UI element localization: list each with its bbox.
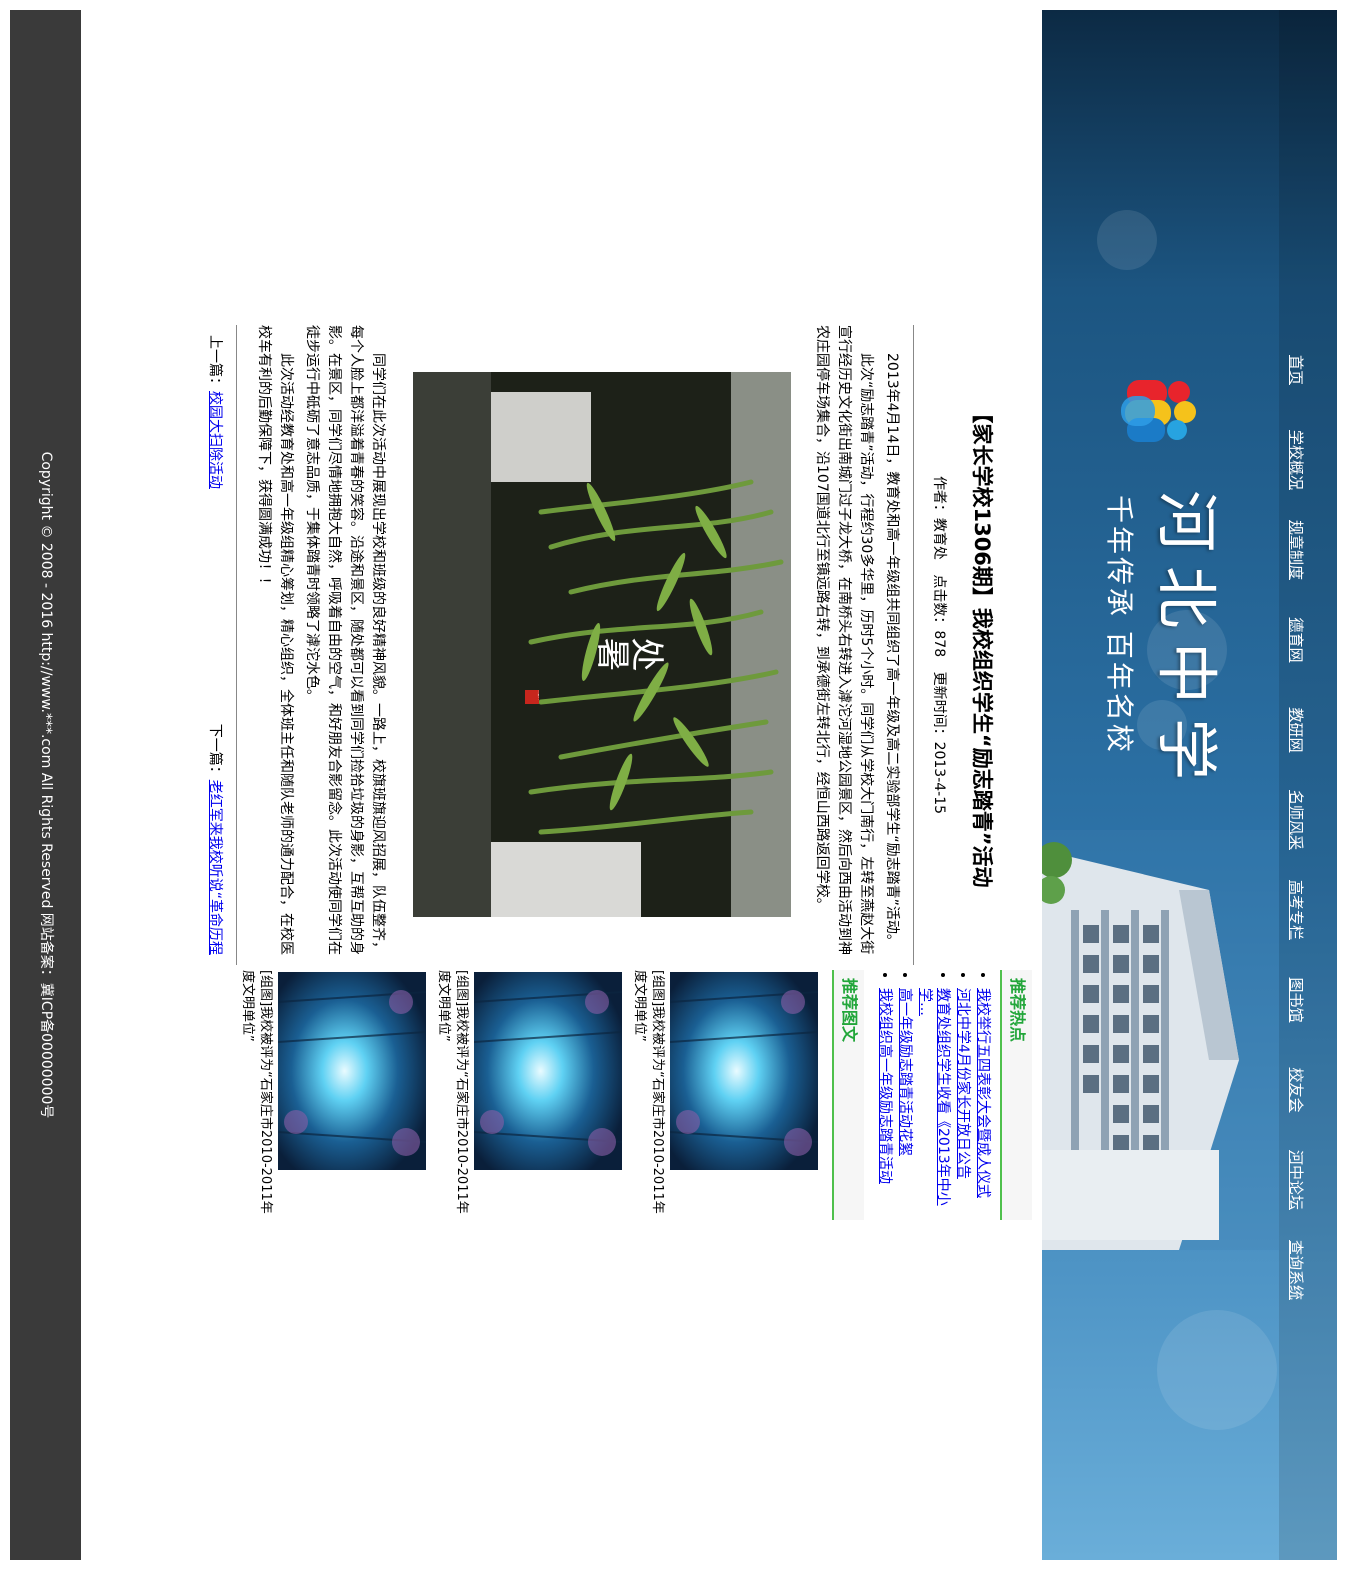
article-photo: 处暑 二十四节气	[413, 372, 791, 917]
pic-caption[interactable]: [组图]我校被评为“石家庄市2010-2011年度文明单位”	[630, 970, 666, 1220]
article-paragraph: 此次“励志踏青”活动，行程约30多华里，历时5个小时。同学们从学校大门南行，左转…	[814, 325, 874, 955]
rotated-page: 河北中学 千年传承 百年名校 首页 学校概况 规章制度 德育网 教研网 名师风采…	[0, 0, 1360, 1583]
hot-link[interactable]: 我校组织高一年级励志踏青活动	[877, 988, 893, 1184]
nav-library[interactable]: 图书馆	[1279, 955, 1313, 1045]
pic-thumbnail[interactable]	[474, 972, 622, 1170]
article-author: 作者：教育处	[931, 475, 947, 560]
school-building-image	[1042, 830, 1279, 1250]
photo-caption: 处暑	[597, 631, 665, 671]
hot-link[interactable]: 河北中学4月份家长开放日公告	[955, 988, 971, 1179]
hot-list-item: 我校举行五四表彰大会暨成人仪式	[974, 988, 992, 1220]
article-pager: 上一篇：校园大扫除活动 下一篇：老红军来我校听说“革命历程	[206, 325, 226, 965]
nav-alumni[interactable]: 校友会	[1279, 1045, 1313, 1135]
nav-forum[interactable]: 河中论坛	[1279, 1135, 1313, 1225]
hot-list-item: 河北中学4月份家长开放日公告	[954, 988, 972, 1220]
nav-home[interactable]: 首页	[1279, 325, 1313, 415]
pic-thumbnail[interactable]	[670, 972, 818, 1170]
nav-gaokao[interactable]: 高考专栏	[1279, 865, 1313, 955]
hot-link[interactable]: 我校举行五四表彰大会暨成人仪式	[975, 988, 991, 1198]
article-meta: 作者：教育处 点击数：878 更新时间：2013-4-15	[930, 325, 950, 965]
article-paragraph: 此次活动经教育处和高一年级组精心筹划，精心组织，全体班主任和随队老师的通力配合，…	[256, 325, 294, 955]
school-slogan: 千年传承 百年名校	[1103, 495, 1136, 755]
copyright-text: Copyright © 2008 - 2016 http://www.***.c…	[38, 451, 54, 1119]
next-article-link[interactable]: 老红军来我校听说“革命历程	[207, 780, 223, 955]
forest-light-image	[670, 972, 818, 1170]
pic-item[interactable]: [组图]我校被评为“石家庄市2010-2011年度文明单位”	[630, 970, 818, 1220]
prev-article: 上一篇：校园大扫除活动	[206, 335, 226, 489]
next-label: 下一篇：	[207, 723, 223, 780]
article-title: 【家长学校1306期】我校组织学生“励志踏青”活动	[970, 402, 994, 888]
nav-query-system[interactable]: 查询系统	[1279, 1225, 1313, 1315]
pic-thumbnail[interactable]	[278, 972, 426, 1170]
site-footer: Copyright © 2008 - 2016 http://www.***.c…	[10, 10, 81, 1560]
nav-teachers[interactable]: 名师风采	[1279, 775, 1313, 865]
prev-label: 上一篇：	[207, 335, 223, 391]
article-paragraph: 2013年4月14日，教育处和高一年级组共同组织了高一年级及高二实验部学生“励志…	[884, 353, 900, 948]
prev-article-link[interactable]: 校园大扫除活动	[207, 391, 223, 489]
pic-item[interactable]: [组图]我校被评为“石家庄市2010-2011年度文明单位”	[434, 970, 622, 1220]
nav-about[interactable]: 学校概况	[1279, 415, 1313, 505]
hot-section-title: 推荐热点	[1000, 970, 1032, 1220]
article-paragraph: 同学们在此次活动中展现出学校和班级的良好精神风貌。一路上，校旗班旗迎风招展，队伍…	[304, 325, 386, 955]
forest-light-image	[474, 972, 622, 1170]
pic-section-title: 推荐图文	[832, 970, 864, 1220]
school-name: 河北中学	[1150, 490, 1223, 795]
pic-item[interactable]: [组图]我校被评为“石家庄市2010-2011年度文明单位”	[238, 970, 426, 1220]
article-updated: 更新时间：2013-4-15	[931, 671, 947, 815]
nav-moral-edu[interactable]: 德育网	[1279, 595, 1313, 685]
hot-list: 我校举行五四表彰大会暨成人仪式 河北中学4月份家长开放日公告 教育处组织学生收看…	[876, 970, 992, 1220]
site-header: 河北中学 千年传承 百年名校 首页 学校概况 规章制度 德育网 教研网 名师风采…	[1042, 10, 1337, 1560]
hot-link[interactable]: 教育处组织学生收看《2013年中小学…	[917, 988, 951, 1206]
divider	[913, 325, 914, 965]
forest-light-image	[278, 972, 426, 1170]
bokeh-circle	[1157, 1310, 1277, 1430]
pic-list: [组图]我校被评为“石家庄市2010-2011年度文明单位” [组图]我校被评为…	[238, 970, 818, 1220]
article-hits: 点击数：878	[931, 574, 947, 658]
article: 【家长学校1306期】我校组织学生“励志踏青”活动 作者：教育处 点击数：878…	[206, 325, 1022, 965]
page-wrapper: 河北中学 千年传承 百年名校 首页 学校概况 规章制度 德育网 教研网 名师风采…	[10, 10, 1337, 1560]
pic-caption[interactable]: [组图]我校被评为“石家庄市2010-2011年度文明单位”	[238, 970, 274, 1220]
hot-list-item: 我校组织高一年级励志踏青活动	[876, 988, 894, 1220]
next-article: 下一篇：老红军来我校听说“革命历程	[206, 724, 226, 955]
photo-seal: 二十四节气	[525, 690, 539, 704]
article-body: 2013年4月14日，教育处和高一年级组共同组织了高一年级及高二实验部学生“励志…	[253, 325, 903, 965]
main-nav: 首页 学校概况 规章制度 德育网 教研网 名师风采 高考专栏 图书馆 校友会 河…	[1279, 325, 1313, 1315]
pic-caption[interactable]: [组图]我校被评为“石家庄市2010-2011年度文明单位”	[434, 970, 470, 1220]
hot-link[interactable]: 高一年级励志踏青活动花絮	[897, 988, 913, 1156]
hot-list-item: 高一年级励志踏青活动花絮	[896, 988, 914, 1220]
divider	[236, 325, 237, 965]
nav-rules[interactable]: 规章制度	[1279, 505, 1313, 595]
sidebar: 推荐热点 我校举行五四表彰大会暨成人仪式 河北中学4月份家长开放日公告 教育处组…	[238, 970, 1032, 1220]
hot-list-item: 教育处组织学生收看《2013年中小学…	[916, 988, 952, 1220]
nav-teaching-research[interactable]: 教研网	[1279, 685, 1313, 775]
bokeh-circle	[1097, 210, 1157, 270]
school-logo-icon	[1121, 380, 1196, 442]
